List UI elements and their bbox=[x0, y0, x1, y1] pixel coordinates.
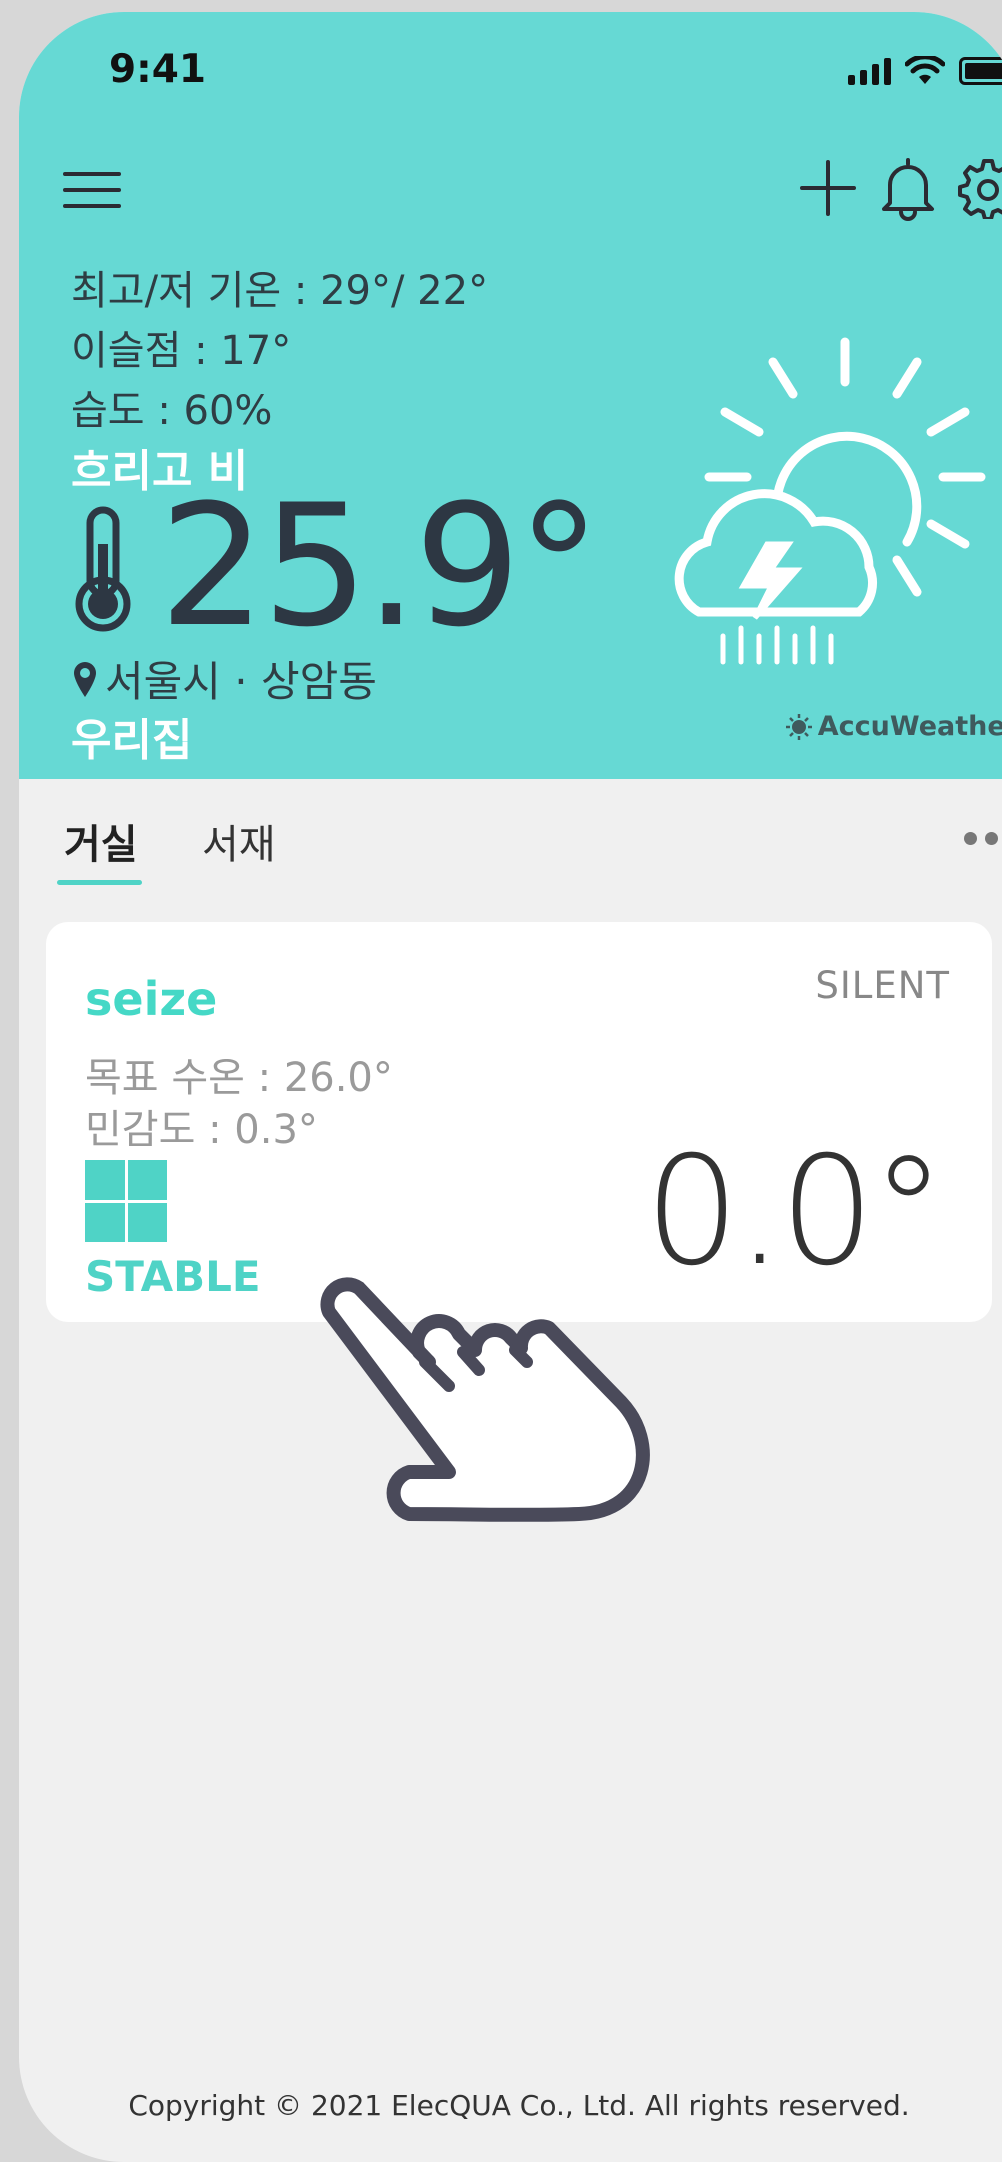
thermometer-icon bbox=[71, 504, 135, 638]
location: 서울시 · 상암동 bbox=[71, 648, 377, 709]
location-text: 서울시 · 상암동 bbox=[105, 657, 377, 706]
humidity: 습도 : 60% bbox=[71, 388, 273, 434]
wifi-icon bbox=[905, 56, 945, 84]
sun-logo-icon bbox=[785, 713, 812, 740]
active-tab-indicator bbox=[57, 880, 142, 885]
signal-icon bbox=[848, 57, 891, 85]
device-current-temp: 0.0° bbox=[644, 1125, 946, 1299]
weather-header: 9:41 최고/저 기온: 29°/ 22° 이슬점: 17° 습도: 6… bbox=[19, 12, 1002, 779]
battery-icon bbox=[959, 57, 1002, 85]
status-icons bbox=[848, 56, 1002, 86]
status-time: 9:41 bbox=[109, 47, 207, 92]
high-low-temp: 최고/저 기온 : 29°/ 22° bbox=[71, 268, 489, 314]
footer-copyright: Copyright © 2021 ElecQUA Co., Ltd. All r… bbox=[128, 2089, 910, 2122]
sensitivity: 민감도 : 0.3° bbox=[85, 1107, 318, 1153]
header-actions bbox=[797, 152, 1002, 224]
map-pin-icon bbox=[74, 661, 96, 697]
room-tabs: 거실 서재 bbox=[19, 812, 1002, 892]
target-temp: 목표 수온 : 26.0° bbox=[85, 1055, 393, 1101]
device-state: STABLE bbox=[85, 1252, 261, 1301]
gear-icon[interactable] bbox=[957, 152, 1002, 224]
home-name: 우리집 bbox=[71, 715, 193, 766]
tab-study[interactable]: 서재 bbox=[202, 812, 276, 870]
menu-button[interactable] bbox=[63, 164, 123, 216]
tap-hand-icon bbox=[309, 1252, 669, 1526]
dew-point: 이슬점 : 17° bbox=[71, 328, 292, 374]
plus-icon[interactable] bbox=[797, 152, 859, 224]
accuweather-logo: AccuWeather bbox=[785, 711, 1002, 742]
tab-living-room[interactable]: 거실 bbox=[64, 812, 138, 870]
device-name: seize bbox=[85, 972, 218, 1026]
device-mode: SILENT bbox=[815, 964, 950, 1007]
current-weather-temp: 25.9° bbox=[159, 468, 601, 664]
app-screen: 9:41 최고/저 기온: 29°/ 22° 이슬점: 17° 습도: 6… bbox=[19, 12, 1002, 2162]
more-horizontal-icon[interactable] bbox=[964, 832, 1002, 845]
partly-cloudy-thunder-rain-icon bbox=[659, 322, 999, 686]
grid-icon bbox=[85, 1160, 167, 1242]
provider-label: AccuWeather bbox=[817, 711, 1002, 742]
bell-icon[interactable] bbox=[877, 152, 939, 224]
